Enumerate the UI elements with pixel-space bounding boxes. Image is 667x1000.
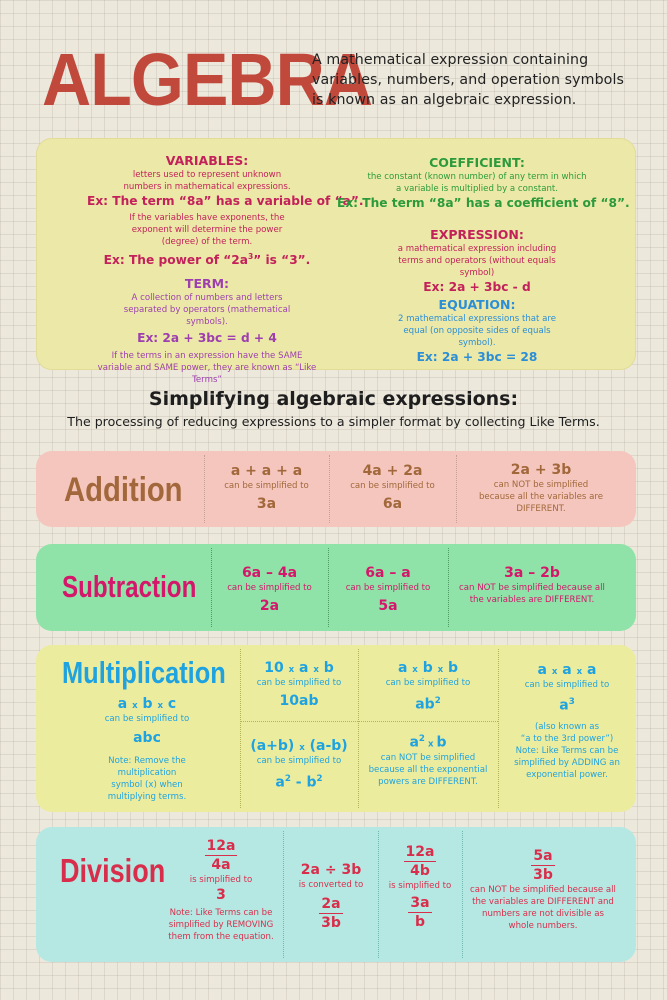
term-heading: TERM: xyxy=(184,276,230,291)
expression-heading: EXPRESSION: xyxy=(430,227,524,242)
multiplication-example-3: (a+b) x (a-b) can be simplified to a2 - … xyxy=(250,738,348,791)
divider xyxy=(240,721,498,722)
equation-definition: EQUATION: 2 mathematical expressions tha… xyxy=(357,297,597,366)
addition-example-2: 4a + 2a can be simplified to 6a xyxy=(350,463,435,512)
expression-definition: EXPRESSION: a mathematical expression in… xyxy=(357,227,597,296)
addition-panel: Addition a + a + a can be simplified to … xyxy=(36,451,636,527)
coefficient-text: the constant (known number) of any term … xyxy=(367,172,587,194)
division-label: Division xyxy=(60,852,166,889)
subtraction-example-3: 3a – 2b can NOT be simplified because al… xyxy=(459,565,605,605)
division-example-2: 2a ÷ 3b is converted to 2a 3b xyxy=(298,862,364,931)
simplifying-title: Simplifying algebraic expressions: xyxy=(148,388,519,410)
addition-example-1: a + a + a can be simplified to 3a xyxy=(224,463,309,512)
divider xyxy=(456,455,457,523)
division-example-3: 12a 4b is simplified to 3a b xyxy=(388,844,452,930)
division-example-4: 5a 3b can NOT be simplified because all t… xyxy=(470,848,616,931)
intro-text: A mathematical expression containing var… xyxy=(312,52,624,108)
term-text: A collection of numbers and letters sepa… xyxy=(123,293,291,327)
coefficient-definition: COEFFICIENT: the constant (known number)… xyxy=(337,155,630,212)
division-example-1: 12a 4a is simplified to 3 Note: Like Term… xyxy=(168,838,274,942)
subtraction-label: Subtraction xyxy=(62,569,197,604)
variables-definition: VARIABLES: letters used to represent unk… xyxy=(87,153,364,269)
definitions-panel: VARIABLES: letters used to represent unk… xyxy=(36,138,636,385)
term-definition: TERM: A collection of numbers and letter… xyxy=(57,276,357,386)
variables-text: letters used to represent unknown number… xyxy=(123,170,291,192)
subtraction-example-1: 6a – 4a can be simplified to 2a xyxy=(227,565,312,614)
coefficient-heading: COEFFICIENT: xyxy=(429,155,525,170)
multiplication-example-1: 10 x a x b can be simplified to 10ab xyxy=(256,660,342,709)
divider xyxy=(283,831,284,958)
expression-example: Ex: 2a + 3bc - d xyxy=(423,280,531,294)
subtraction-panel: Subtraction 6a – 4a can be simplified to… xyxy=(36,544,636,631)
exponent-text: If the variables have exponents, the exp… xyxy=(129,213,285,247)
equation-text: 2 mathematical expressions that are equa… xyxy=(397,314,557,348)
divider xyxy=(462,831,463,958)
multiplication-label: Multiplication xyxy=(62,655,226,690)
simplifying-subtitle: The processing of reducing expressions t… xyxy=(67,414,600,429)
multiplication-example-2: a x b x b can be simplified to ab2 xyxy=(385,660,471,713)
variables-example: Ex: The term “8a” has a variable of “a”. xyxy=(87,194,364,208)
multiplication-example-4: a2 x b can NOT be simplified because all… xyxy=(368,734,488,787)
addition-example-3: 2a + 3b can NOT be simplified because al… xyxy=(478,462,604,514)
multiplication-example-right: a x a x a can be simplified to a3 (also … xyxy=(514,662,620,780)
divider xyxy=(448,548,449,627)
variables-heading: VARIABLES: xyxy=(165,153,249,168)
multiplication-example-left: a x b x c can be simplified to abc Note:… xyxy=(104,696,190,802)
multiplication-panel: Multiplication a x b x c can be simplifi… xyxy=(36,645,636,812)
addition-label: Addition xyxy=(64,471,183,509)
subtraction-example-2: 6a – a can be simplified to 5a xyxy=(345,565,431,614)
power-example: Ex: The power of “2a3” is “3”. xyxy=(103,252,311,268)
coefficient-example: Ex: The term “8a” has a coefficient of “… xyxy=(337,196,630,210)
like-terms-text: If the terms in an expression have the S… xyxy=(97,351,317,385)
division-panel: Division 12a 4a is simplified to 3 Note: … xyxy=(36,827,636,962)
expression-text: a mathematical expression including term… xyxy=(397,244,557,278)
equation-heading: EQUATION: xyxy=(438,297,516,312)
page-title: ALGEBRA xyxy=(42,38,373,121)
term-example: Ex: 2a + 3bc = d + 4 xyxy=(137,331,277,345)
equation-example: Ex: 2a + 3bc = 28 xyxy=(416,350,538,364)
